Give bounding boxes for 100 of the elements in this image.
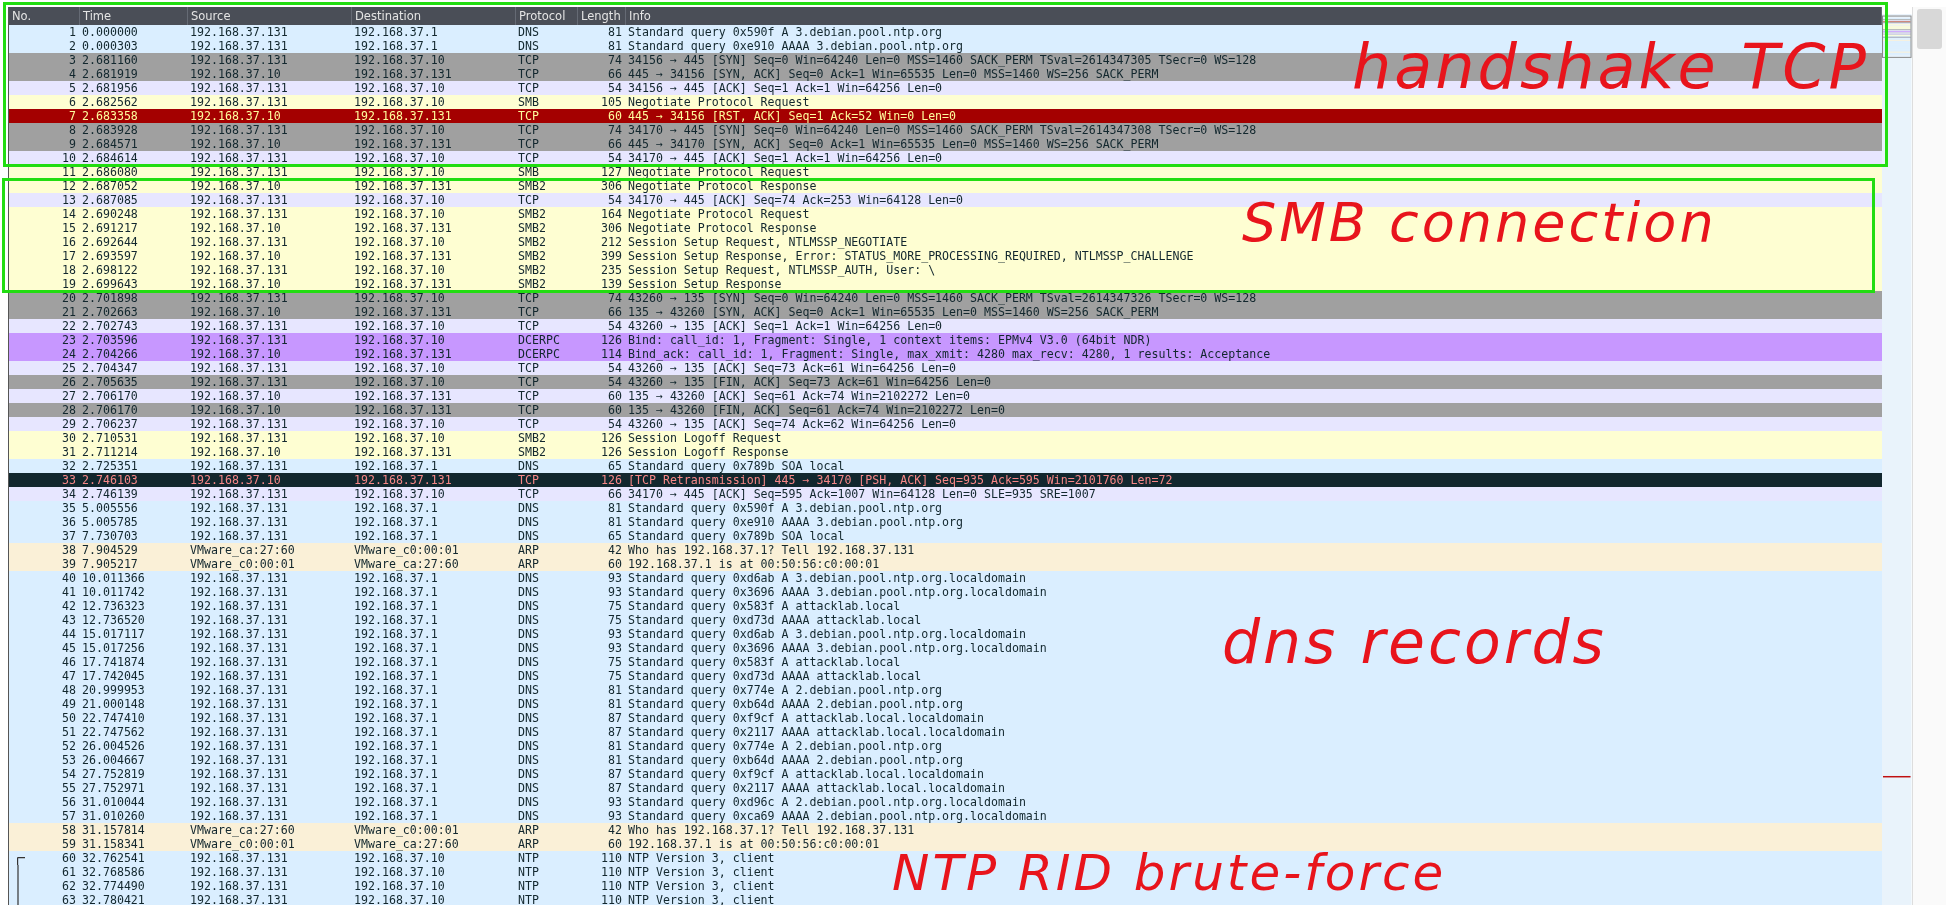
number-cell-text: 31 [61,445,77,459]
packet-row[interactable]: 42 12.736323 192.168.37.131 192.168.37.1 DNS 75 Standard query 0x583f A attacklab.local [9,599,1882,613]
packet-row[interactable]: 10 2.684614 192.168.37.131 192.168.37.10 TCP 54 34170 → 445 [ACK] Seq=1 Ack=1 Win=64256 Len=0 [9,151,1882,165]
packet-row[interactable]: 21 2.702663 192.168.37.10 192.168.37.131 TCP 66 135 → 43260 [SYN, ACK] Seq=0 Ack=1 Win=65535 Len=0 MSS=1460 WS=256 SACK_PERM [9,305,1882,319]
packet-row[interactable]: 28 2.706170 192.168.37.10 192.168.37.131 TCP 60 135 → 43260 [FIN, ACK] Seq=61 Ack=74 Win=2102272 Len=0 [9,403,1882,417]
scrollbar-thumb[interactable] [1916,9,1942,49]
packet-row[interactable]: 23 2.703596 192.168.37.131 192.168.37.10 DCERPC 126 Bind: call_id: 1, Fragment: Single, 1 context items: EPMv4 V3.0 (64bit NDR) [9,333,1882,347]
protocol-cell-text: DNS [517,753,540,767]
packet-row[interactable]: 59 31.158341 VMware_c0:00:01 VMware_ca:27:60 ARP 60 192.168.37.1 is at 00:50:56:c0:00:01 [9,837,1882,851]
packet-row[interactable]: 9 2.684571 192.168.37.10 192.168.37.131 TCP 66 445 → 34170 [SYN, ACK] Seq=0 Ack=1 Win=65535 Len=0 MSS=1460 WS=256 SACK_PERM [9,137,1882,151]
time-cell-text: 31.158341 [81,837,146,851]
packet-row[interactable]: 36 5.005785 192.168.37.131 192.168.37.1 DNS 81 Standard query 0xe910 AAAA 3.debian.pool.ntp.org [9,515,1882,529]
packet-row[interactable]: 8 2.683928 192.168.37.131 192.168.37.10 TCP 74 34170 → 445 [SYN] Seq=0 Win=64240 Len=0 MSS=1460 SACK_PERM TSval=2614347308 TSecr=0 WS=128 [9,123,1882,137]
source-cell-text: 192.168.37.131 [189,865,289,879]
packet-row[interactable]: 53 26.004667 192.168.37.131 192.168.37.1 DNS 81 Standard query 0xb64d AAAA 2.debian.pool.ntp.org [9,753,1882,767]
protocol-cell-text: NTP [517,893,540,905]
source-cell-text: VMware_ca:27:60 [189,543,296,557]
destination-cell-text: 192.168.37.131 [353,305,453,319]
info-cell-text: Standard query 0x590f A 3.debian.pool.ntp.org [627,25,944,39]
time-cell-text: 2.681919 [81,67,139,81]
packet-row[interactable]: 26 2.705635 192.168.37.131 192.168.37.10 TCP 54 43260 → 135 [FIN, ACK] Seq=73 Ack=61 Win=64256 Len=0 [9,375,1882,389]
info-cell-text: Standard query 0x789b SOA local [627,459,846,473]
packet-row[interactable]: 51 22.747562 192.168.37.131 192.168.37.1 DNS 87 Standard query 0x2117 AAAA attacklab.local.localdomain [9,725,1882,739]
length-cell-text: 93 [607,809,623,823]
info-cell-text: NTP Version 3, client [627,893,776,905]
packet-row[interactable]: 56 31.010044 192.168.37.131 192.168.37.1 DNS 93 Standard query 0xd96c A 2.debian.pool.ntp.org.localdomain [9,795,1882,809]
packet-row[interactable]: 52 26.004526 192.168.37.131 192.168.37.1 DNS 81 Standard query 0x774e A 2.debian.pool.ntp.org [9,739,1882,753]
packet-row[interactable]: 7 2.683358 192.168.37.10 192.168.37.131 TCP 60 445 → 34156 [RST, ACK] Seq=1 Ack=52 Win=0 Len=0 [9,109,1882,123]
length-cell-text: 81 [607,515,623,529]
destination-cell-text: 192.168.37.10 [353,193,446,207]
packet-row[interactable]: 38 7.904529 VMware_ca:27:60 VMware_c0:00:01 ARP 42 Who has 192.168.37.1? Tell 192.168.37.131 [9,543,1882,557]
packet-row[interactable]: 39 7.905217 VMware_c0:00:01 VMware_ca:27:60 ARP 60 192.168.37.1 is at 00:50:56:c0:00:01 [9,557,1882,571]
destination-cell-text: 192.168.37.1 [353,669,439,683]
length-cell-text: 93 [607,585,623,599]
packet-row[interactable]: 47 17.742045 192.168.37.131 192.168.37.1 DNS 75 Standard query 0xd73d AAAA attacklab.local [9,669,1882,683]
source-cell-text: 192.168.37.10 [189,109,282,123]
protocol-cell-text: SMB2 [517,179,547,193]
number-cell-text: 20 [61,291,77,305]
packet-row[interactable]: 25 2.704347 192.168.37.131 192.168.37.10 TCP 54 43260 → 135 [ACK] Seq=73 Ack=61 Win=64256 Len=0 [9,361,1882,375]
protocol-cell-text: TCP [517,487,540,501]
packet-row[interactable]: 58 31.157814 VMware_ca:27:60 VMware_c0:00:01 ARP 42 Who has 192.168.37.1? Tell 192.168.37.131 [9,823,1882,837]
destination-cell-text: 192.168.37.1 [353,571,439,585]
info-cell-text: Session Setup Request, NTLMSSP_AUTH, User: \ [627,263,937,277]
source-cell-text: 192.168.37.131 [189,725,289,739]
packet-row[interactable]: 48 20.999953 192.168.37.131 192.168.37.1 DNS 81 Standard query 0x774e A 2.debian.pool.ntp.org [9,683,1882,697]
packet-row[interactable]: 33 2.746103 192.168.37.10 192.168.37.131 TCP 126 [TCP Retransmission] 445 → 34170 [PSH, ACK] Seq=935 Ack=595 Win=2101760 Len=72 [9,473,1882,487]
info-cell-text: 43260 → 135 [ACK] Seq=1 Ack=1 Win=64256 Len=0 [627,319,944,333]
destination-cell-text: 192.168.37.10 [353,235,446,249]
destination-cell-text: 192.168.37.1 [353,627,439,641]
number-cell-text: 44 [61,627,77,641]
destination-cell-text: 192.168.37.1 [353,697,439,711]
destination-cell-text: 192.168.37.131 [353,249,453,263]
packet-row[interactable]: 22 2.702743 192.168.37.131 192.168.37.10 TCP 54 43260 → 135 [ACK] Seq=1 Ack=1 Win=64256 Len=0 [9,319,1882,333]
packet-row[interactable]: 19 2.699643 192.168.37.10 192.168.37.131 SMB2 139 Session Setup Response [9,277,1882,291]
packet-row[interactable]: 35 5.005556 192.168.37.131 192.168.37.1 DNS 81 Standard query 0x590f A 3.debian.pool.ntp.org [9,501,1882,515]
protocol-cell-text: TCP [517,361,540,375]
packet-row[interactable]: 41 10.011742 192.168.37.131 192.168.37.1 DNS 93 Standard query 0x3696 AAAA 3.debian.pool.ntp.org.localdomain [9,585,1882,599]
packet-row[interactable]: 37 7.730703 192.168.37.131 192.168.37.1 DNS 65 Standard query 0x789b SOA local [9,529,1882,543]
packet-row[interactable]: 50 22.747410 192.168.37.131 192.168.37.1 DNS 87 Standard query 0xf9cf A attacklab.local.localdomain [9,711,1882,725]
packet-row[interactable]: 30 2.710531 192.168.37.131 192.168.37.10 SMB2 126 Session Logoff Request [9,431,1882,445]
packet-row[interactable]: 18 2.698122 192.168.37.131 192.168.37.10 SMB2 235 Session Setup Request, NTLMSSP_AUTH, User: \ [9,263,1882,277]
protocol-cell-text: DNS [517,711,540,725]
number-cell-text: 18 [61,263,77,277]
packet-row[interactable]: 27 2.706170 192.168.37.10 192.168.37.131 TCP 60 135 → 43260 [ACK] Seq=61 Ack=74 Win=2102272 Len=0 [9,389,1882,403]
packet-row[interactable]: 1 0.000000 192.168.37.131 192.168.37.1 DNS 81 Standard query 0x590f A 3.debian.pool.ntp.org [9,25,1882,39]
packet-row[interactable]: 40 10.011366 192.168.37.131 192.168.37.1 DNS 93 Standard query 0xd6ab A 3.debian.pool.ntp.org.localdomain [9,571,1882,585]
number-cell-text: 17 [61,249,77,263]
number-cell-text: 46 [61,655,77,669]
length-cell-text: 212 [600,235,623,249]
time-cell-text: 2.683928 [81,123,139,137]
packet-row[interactable]: 55 27.752971 192.168.37.131 192.168.37.1 DNS 87 Standard query 0x2117 AAAA attacklab.local.localdomain [9,781,1882,795]
protocol-cell-text: TCP [517,53,540,67]
packet-row[interactable]: 34 2.746139 192.168.37.131 192.168.37.10 TCP 66 34170 → 445 [ACK] Seq=595 Ack=1007 Win=64128 Len=0 SLE=935 SRE=1007 [9,487,1882,501]
packet-row[interactable]: 24 2.704266 192.168.37.10 192.168.37.131 DCERPC 114 Bind_ack: call_id: 1, Fragment: Single, max_xmit: 4280 max_recv: 4280, 1 results: Acceptance [9,347,1882,361]
time-cell-text: 26.004526 [81,739,146,753]
destination-cell-text: 192.168.37.10 [353,319,446,333]
source-cell-text: 192.168.37.131 [189,683,289,697]
info-cell-text: 445 → 34156 [SYN, ACK] Seq=0 Ack=1 Win=65535 Len=0 MSS=1460 WS=256 SACK_PERM [627,67,1160,81]
destination-cell-text: 192.168.37.10 [353,263,446,277]
packet-row[interactable]: 17 2.693597 192.168.37.10 192.168.37.131 SMB2 399 Session Setup Response, Error: STATUS_MORE_PROCESSING_REQUIRED, NTLMSSP_CHALLENGE [9,249,1882,263]
packet-row[interactable]: 6 2.682562 192.168.37.131 192.168.37.10 SMB 105 Negotiate Protocol Request [9,95,1882,109]
packet-row[interactable]: 57 31.010260 192.168.37.131 192.168.37.1 DNS 93 Standard query 0xca69 AAAA 2.debian.pool.ntp.org.localdomain [9,809,1882,823]
time-cell-text: 2.691217 [81,221,139,235]
packet-row[interactable]: 54 27.752819 192.168.37.131 192.168.37.1 DNS 87 Standard query 0xf9cf A attacklab.local.localdomain [9,767,1882,781]
packet-row[interactable]: 31 2.711214 192.168.37.10 192.168.37.131 SMB2 126 Session Logoff Response [9,445,1882,459]
destination-cell-text: 192.168.37.10 [353,165,446,179]
packet-row[interactable]: 49 21.000148 192.168.37.131 192.168.37.1 DNS 81 Standard query 0xb64d AAAA 2.debian.pool.ntp.org [9,697,1882,711]
packet-row[interactable]: 63 32.780421 192.168.37.131 192.168.37.10 NTP 110 NTP Version 3, client [9,893,1882,905]
info-cell-text: Standard query 0xb64d AAAA 2.debian.pool.ntp.org [627,697,965,711]
destination-cell-text: VMware_ca:27:60 [353,837,460,851]
source-cell-text: 192.168.37.131 [189,375,289,389]
number-cell-text: 2 [68,39,77,53]
scrollbar[interactable] [1911,7,1946,905]
number-cell-text: 14 [61,207,77,221]
protocol-cell-text: TCP [517,291,540,305]
destination-cell-text: 192.168.37.10 [353,53,446,67]
packet-row[interactable]: 29 2.706237 192.168.37.131 192.168.37.10 TCP 54 43260 → 135 [ACK] Seq=74 Ack=62 Win=64256 Len=0 [9,417,1882,431]
info-cell-text: 135 → 43260 [ACK] Seq=61 Ack=74 Win=2102272 Len=0 [627,389,972,403]
packet-row[interactable]: 32 2.725351 192.168.37.131 192.168.37.1 DNS 65 Standard query 0x789b SOA local [9,459,1882,473]
length-cell-text: 60 [607,389,623,403]
